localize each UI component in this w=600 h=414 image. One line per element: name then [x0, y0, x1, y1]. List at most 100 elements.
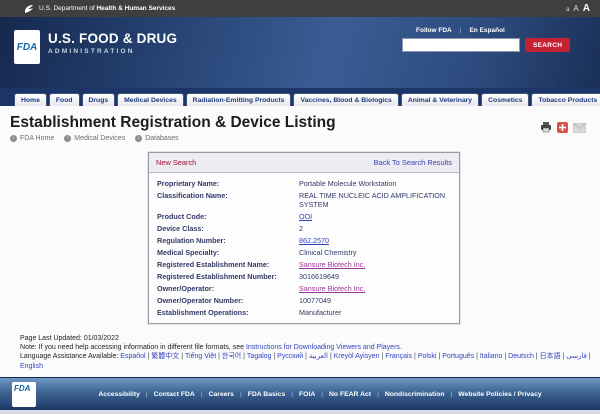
row-value: Portable Molecule Workstation [299, 179, 451, 188]
fda-logo[interactable]: FDA [14, 30, 40, 64]
footer-link-separator: | [291, 391, 293, 398]
breadcrumb-fda-home[interactable]: ›FDA Home [10, 135, 54, 142]
device-detail-rows: Proprietary Name:Portable Molecule Works… [149, 173, 459, 323]
row-value-link[interactable]: OOI [299, 212, 312, 221]
device-detail-panel: New Search Back To Search Results Propri… [148, 152, 460, 324]
footer-link-separator: | [146, 391, 148, 398]
row-label: Proprietary Name: [157, 179, 299, 188]
page-title: Establishment Registration & Device List… [10, 114, 590, 132]
language-link[interactable]: Polski [418, 353, 437, 360]
viewers-players-link[interactable]: Instructions for Downloading Viewers and… [246, 344, 402, 351]
language-link[interactable]: Deutsch [508, 353, 534, 360]
breadcrumb-databases[interactable]: ›Databases [135, 135, 178, 142]
table-row: Classification Name:REAL TIME NUCLEIC AC… [149, 189, 459, 210]
row-value-link[interactable]: 862.2570 [299, 236, 329, 245]
table-row: Medical Specialty:Clinical Chemistry [149, 246, 459, 258]
language-link[interactable]: Italiano [480, 353, 503, 360]
footer-link-accessibility[interactable]: Accessibility [98, 391, 140, 398]
row-label: Owner/Operator: [157, 284, 299, 293]
row-label: Establishment Operations: [157, 308, 299, 317]
search-button[interactable]: SEARCH [525, 38, 570, 52]
hhs-department-link[interactable]: U.S. Department of Health & Human Servic… [39, 5, 175, 12]
row-value: Manufacturer [299, 308, 451, 317]
bottom-strip [0, 410, 600, 414]
footer-link-no-fear-act[interactable]: No FEAR Act [329, 391, 371, 398]
language-link[interactable]: English [20, 363, 43, 370]
row-value-link[interactable]: Sansure Biotech Inc. [299, 260, 365, 269]
en-espanol-link[interactable]: En Español [469, 27, 504, 34]
row-label: Classification Name: [157, 191, 299, 209]
language-link[interactable]: 한국어 [222, 353, 241, 360]
fda-page: U.S. Department of Health & Human Servic… [0, 0, 600, 414]
row-value: Sansure Biotech Inc. [299, 260, 451, 269]
nav-tab-medical-devices[interactable]: Medical Devices [117, 93, 184, 106]
header-link-separator: | [460, 27, 462, 34]
language-link[interactable]: Tagalog [247, 353, 272, 360]
agency-title-line2: ADMINISTRATION [48, 48, 177, 55]
search-input[interactable] [402, 38, 520, 52]
follow-fda-link[interactable]: Follow FDA [416, 27, 452, 34]
table-row: Owner/Operator Number:10077049 [149, 294, 459, 306]
language-link[interactable]: Español [120, 353, 145, 360]
footer-link-separator: | [240, 391, 242, 398]
language-link[interactable]: Русский [277, 353, 303, 360]
row-value: 3016619649 [299, 272, 451, 281]
language-link[interactable]: العربية [309, 353, 328, 360]
row-value: Sansure Biotech Inc. [299, 284, 451, 293]
footer-link-contact-fda[interactable]: Contact FDA [154, 391, 195, 398]
footer-link-fda-basics[interactable]: FDA Basics [248, 391, 286, 398]
email-icon[interactable] [573, 123, 586, 133]
nav-tab-vaccines-blood-biologics[interactable]: Vaccines, Blood & Biologics [293, 93, 398, 106]
footer-fda-logo[interactable]: FDA [12, 382, 36, 407]
breadcrumb: ›FDA Home ›Medical Devices ›Databases [10, 135, 590, 142]
row-label: Registered Establishment Number: [157, 272, 299, 281]
row-value-link[interactable]: Sansure Biotech Inc. [299, 284, 365, 293]
language-link[interactable]: Tiếng Việt [185, 353, 216, 360]
agency-title: U.S. FOOD & DRUG ADMINISTRATION [48, 31, 177, 55]
language-link[interactable]: 日本語 [540, 353, 561, 360]
breadcrumb-medical-devices[interactable]: ›Medical Devices [64, 135, 125, 142]
table-row: Registered Establishment Number:30166196… [149, 270, 459, 282]
row-value: 2 [299, 224, 451, 233]
main-nav: HomeFoodDrugsMedical DevicesRadiation-Em… [0, 88, 600, 106]
formats-note: Note: If you need help accessing informa… [20, 343, 598, 352]
hhs-eagle-icon [24, 4, 34, 14]
row-value: Clinical Chemistry [299, 248, 451, 257]
footer-link-separator: | [451, 391, 453, 398]
font-size-medium-button[interactable]: A [573, 4, 578, 13]
row-label: Regulation Number: [157, 236, 299, 245]
share-icon[interactable] [557, 122, 568, 133]
footer-link-foia[interactable]: FOIA [299, 391, 315, 398]
nav-tab-food[interactable]: Food [49, 93, 80, 106]
table-row: Product Code:OOI [149, 210, 459, 222]
print-icon[interactable] [540, 122, 552, 133]
back-to-search-results-link[interactable]: Back To Search Results [374, 158, 452, 167]
row-value: 862.2570 [299, 236, 451, 245]
language-link[interactable]: Français [385, 353, 412, 360]
table-row: Proprietary Name:Portable Molecule Works… [149, 177, 459, 189]
panel-header: New Search Back To Search Results [149, 153, 459, 173]
table-row: Device Class:2 [149, 222, 459, 234]
language-link[interactable]: فارسی [566, 353, 587, 360]
row-value: OOI [299, 212, 451, 221]
font-size-large-button[interactable]: A [583, 3, 590, 14]
language-link[interactable]: Português [442, 353, 474, 360]
nav-tab-cosmetics[interactable]: Cosmetics [481, 93, 529, 106]
row-label: Registered Establishment Name: [157, 260, 299, 269]
font-size-small-button[interactable]: a [566, 7, 569, 13]
row-label: Device Class: [157, 224, 299, 233]
nav-tab-drugs[interactable]: Drugs [82, 93, 116, 106]
new-search-link[interactable]: New Search [156, 158, 196, 167]
nav-tab-animal-veterinary[interactable]: Animal & Veterinary [401, 93, 479, 106]
language-link[interactable]: 繁體中文 [151, 353, 179, 360]
footer-link-careers[interactable]: Careers [209, 391, 234, 398]
language-link[interactable]: Kreyòl Ayisyen [334, 353, 380, 360]
footer-link-nondiscrimination[interactable]: Nondiscrimination [385, 391, 445, 398]
table-row: Establishment Operations:Manufacturer [149, 306, 459, 318]
footer-link-website-policies-privacy[interactable]: Website Policies / Privacy [458, 391, 541, 398]
nav-tab-radiation-emitting-products[interactable]: Radiation-Emitting Products [186, 93, 292, 106]
page-last-updated: Page Last Updated: 01/03/2022 [20, 334, 598, 343]
nav-tab-tobacco-products[interactable]: Tobacco Products [531, 93, 600, 106]
language-separator: | [587, 353, 591, 360]
nav-tab-home[interactable]: Home [14, 93, 47, 106]
